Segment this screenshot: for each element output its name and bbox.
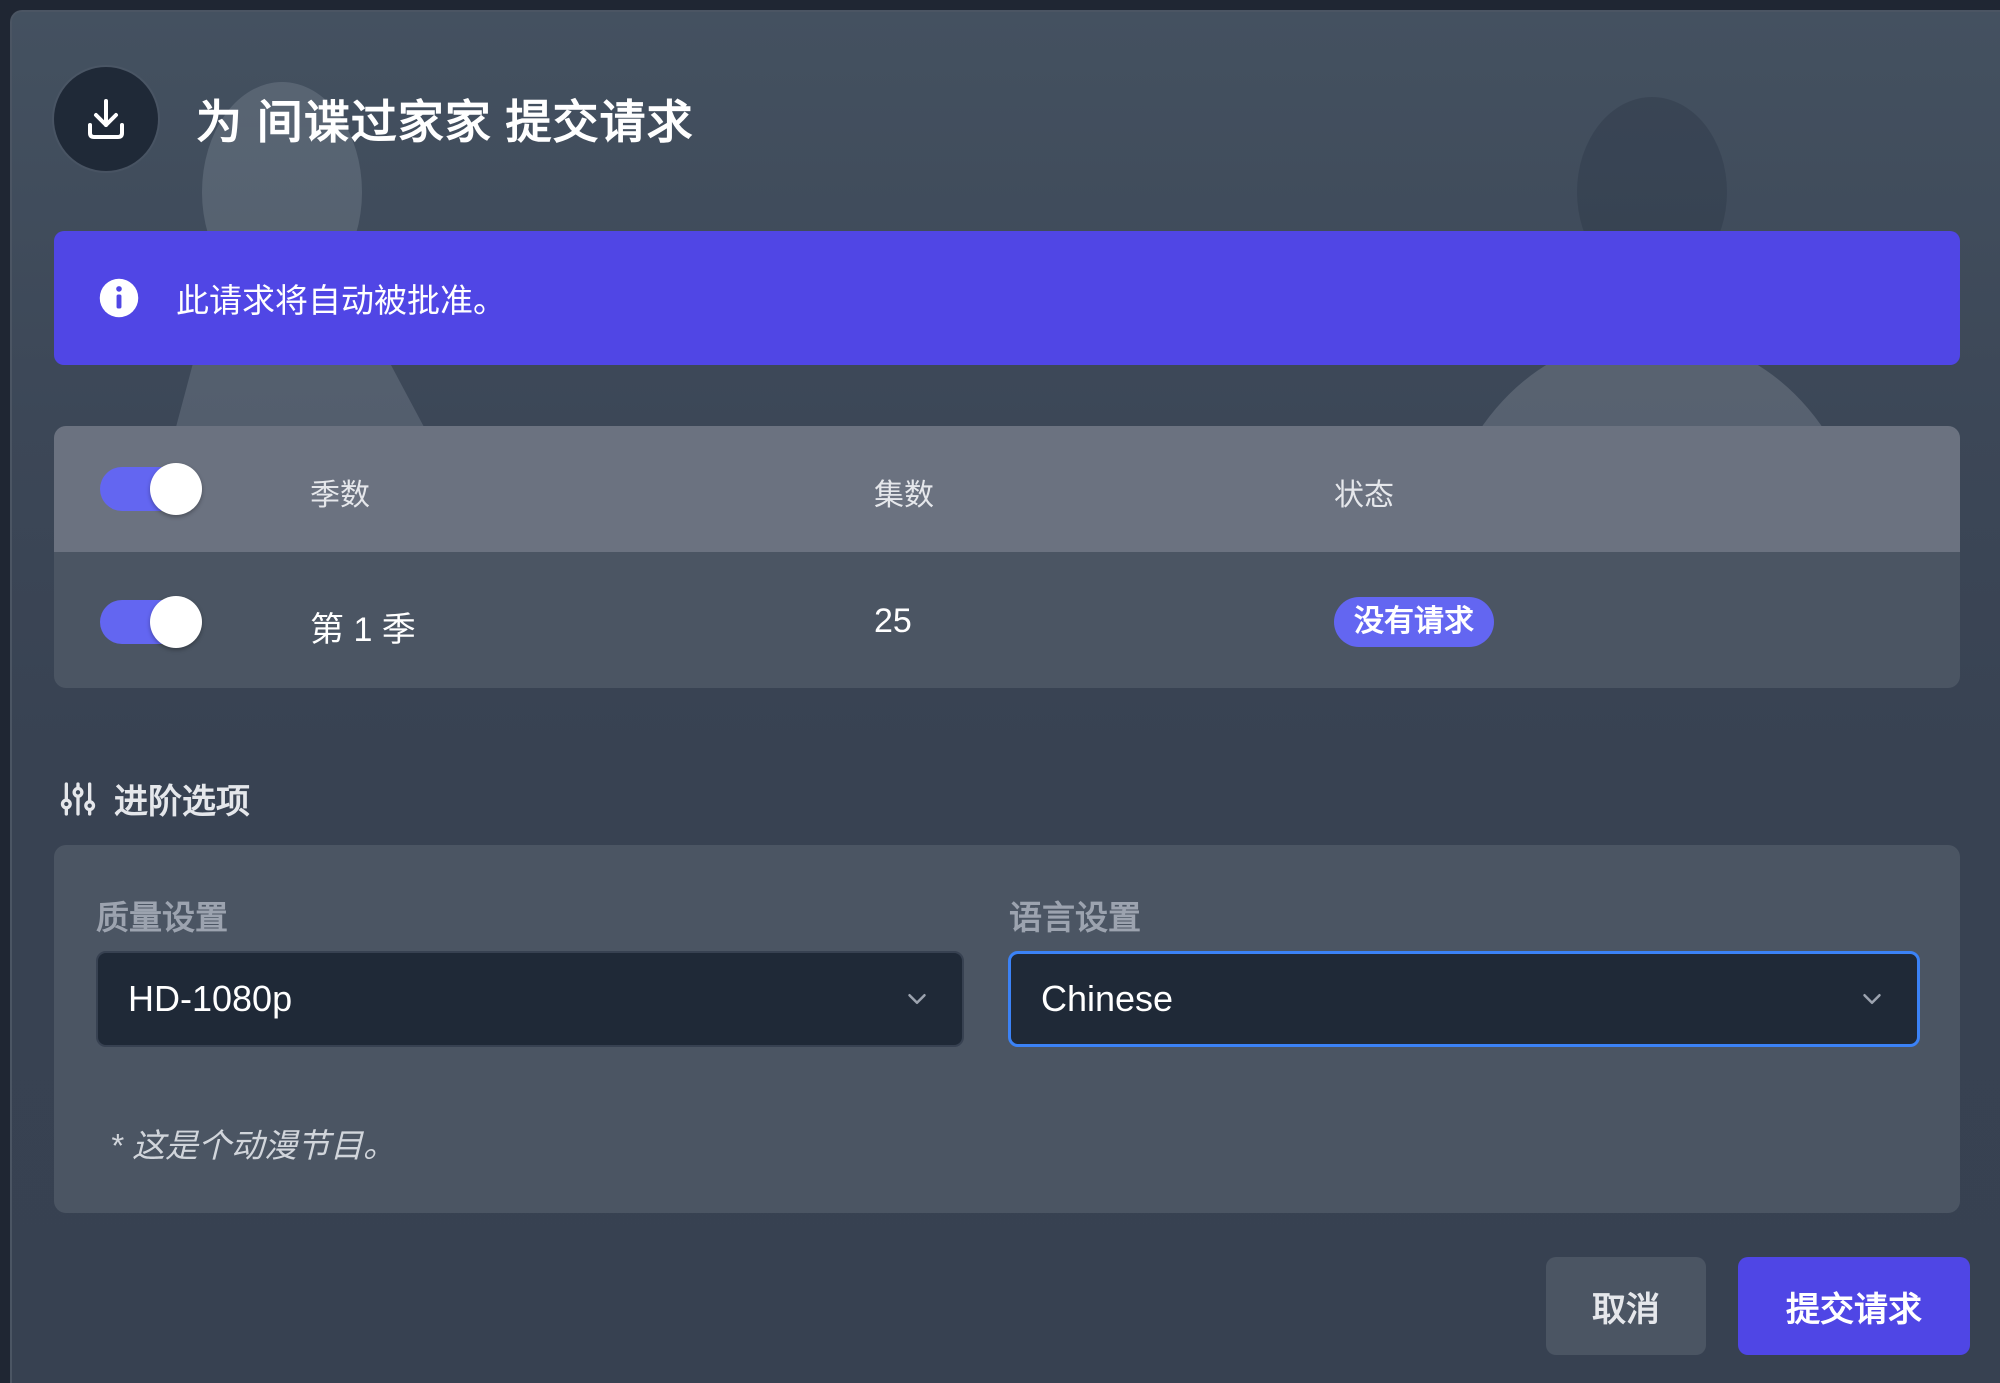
toggle-season-1[interactable] (100, 596, 202, 648)
column-header-episodes: 集数 (874, 479, 934, 512)
request-modal: 为 间谍过家家 提交请求 此请求将自动被批准。 季数 集数 状态 第 1 季 2… (10, 10, 2000, 1383)
toggle-all-seasons[interactable] (100, 463, 202, 515)
advanced-options-header: 进阶选项 (58, 774, 250, 823)
language-select[interactable]: Chinese (1008, 951, 1920, 1047)
cancel-button[interactable]: 取消 (1546, 1257, 1706, 1355)
modal-header: 为 间谍过家家 提交请求 (54, 64, 694, 174)
toggle-knob (150, 463, 202, 515)
toggle-knob (150, 596, 202, 648)
status-badge: 没有请求 (1334, 597, 1494, 647)
language-value: Chinese (1041, 978, 1174, 1019)
column-header-season: 季数 (310, 479, 370, 512)
chevron-down-icon (908, 994, 926, 1004)
seasons-table-header: 季数 集数 状态 (54, 426, 1960, 552)
column-header-status: 状态 (1334, 479, 1394, 512)
sliders-icon (60, 781, 96, 816)
anime-note: * 这是个动漫节目。 (110, 1127, 397, 1164)
download-icon (54, 67, 158, 171)
modal-title: 为 间谍过家家 提交请求 (196, 96, 694, 148)
language-label: 语言设置 (1009, 899, 1141, 936)
submit-request-button[interactable]: 提交请求 (1738, 1257, 1970, 1355)
auto-approve-alert: 此请求将自动被批准。 (54, 231, 1960, 365)
quality-value: HD-1080p (128, 978, 293, 1019)
season-name: 第 1 季 (310, 611, 416, 649)
info-circle-icon (99, 278, 139, 318)
alert-message: 此请求将自动被批准。 (176, 282, 506, 319)
seasons-table: 季数 集数 状态 第 1 季 25 没有请求 (54, 426, 1960, 688)
quality-select[interactable]: HD-1080p (96, 951, 964, 1047)
advanced-options-panel: 质量设置 HD-1080p 语言设置 Chinese * 这是个动漫节目。 (54, 845, 1960, 1213)
quality-label: 质量设置 (96, 899, 228, 936)
chevron-down-icon (1863, 994, 1881, 1004)
episode-count: 25 (874, 602, 912, 640)
advanced-options-title: 进阶选项 (114, 783, 250, 821)
season-row: 第 1 季 25 没有请求 (54, 552, 1960, 688)
